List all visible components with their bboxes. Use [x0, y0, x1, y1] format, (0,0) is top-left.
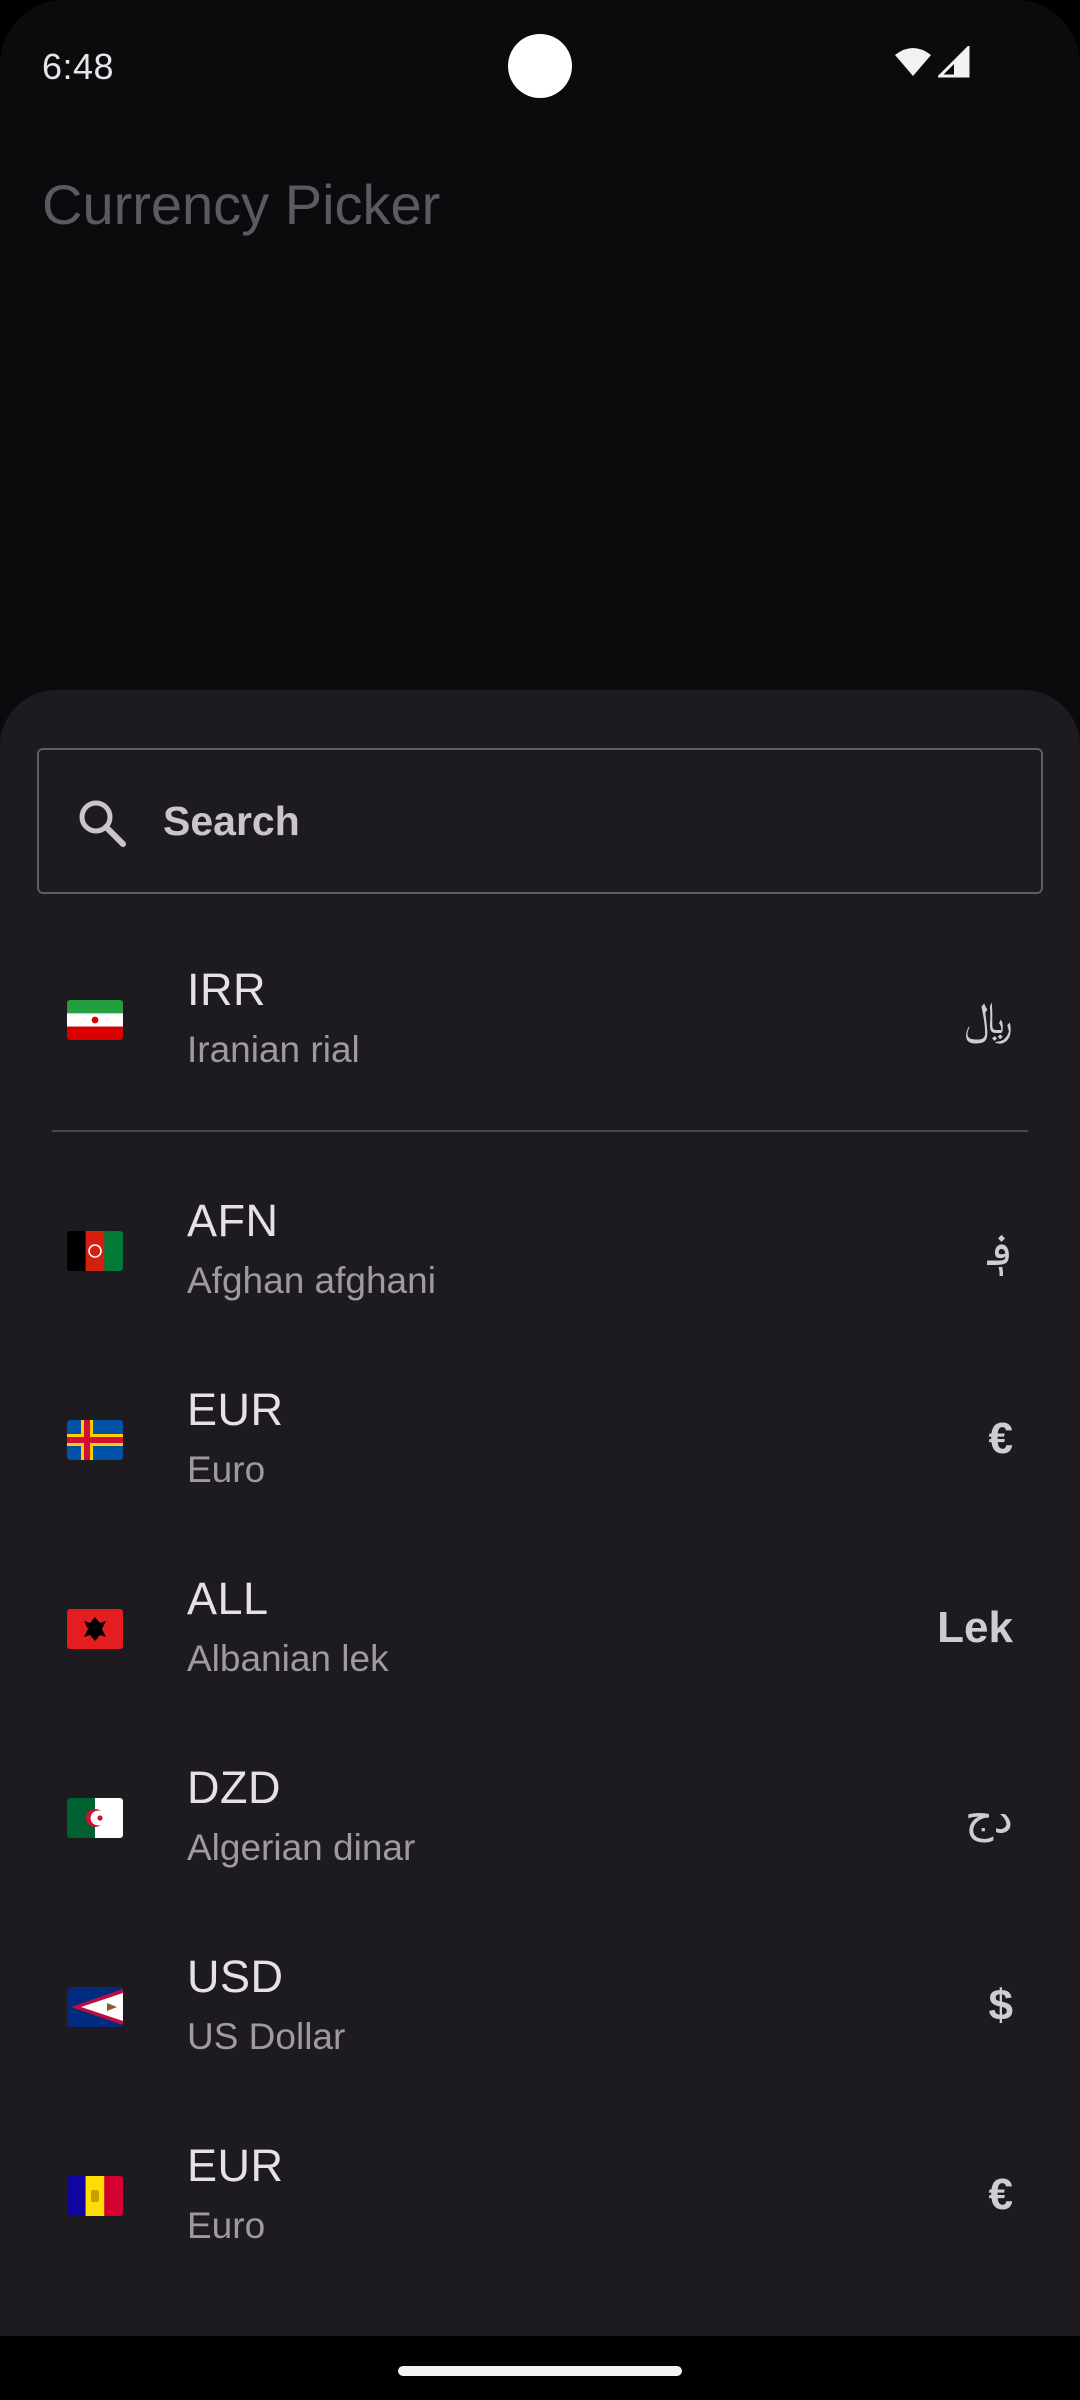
currency-name: Iranian rial [187, 1029, 360, 1070]
currency-bottom-sheet: IRR Iranian rial ﷼ AFN Afghan afghani ؋ … [0, 690, 1080, 2340]
home-gesture-handle[interactable] [398, 2366, 682, 2376]
flag-andorra-icon [67, 2176, 123, 2216]
currency-code: USD [187, 1951, 284, 2002]
currency-code: EUR [187, 1384, 284, 1435]
navigation-bar [0, 2336, 1080, 2400]
list-item[interactable]: EUR Euro € [0, 2102, 1080, 2291]
flag-afghanistan-icon [67, 1231, 123, 1271]
currency-code: ALL [187, 1573, 269, 1624]
search-field[interactable] [37, 748, 1043, 894]
flag-aland-islands-icon [67, 1420, 123, 1460]
cellular-signal-icon [938, 46, 970, 78]
currency-name: Algerian dinar [187, 1827, 416, 1868]
screen: 6:48 Currency Picker Search IRR Iranian … [0, 0, 1080, 2400]
flag-albania-icon [67, 1609, 123, 1649]
currency-name: Euro [187, 2205, 266, 2246]
status-time: 6:48 [42, 46, 115, 87]
search-input[interactable] [163, 750, 1023, 892]
flag-american-samoa-icon [67, 1987, 123, 2027]
flag-iran-icon [67, 1000, 123, 1040]
camera-cutout [508, 34, 572, 98]
currency-symbol: ؋ [987, 1226, 1013, 1275]
currency-code: EUR [187, 2140, 284, 2191]
list-item[interactable]: USD US Dollar $ [0, 1913, 1080, 2102]
currency-name: Afghan afghani [187, 1260, 436, 1301]
currency-name: Albanian lek [187, 1638, 389, 1679]
selected-currency-row[interactable]: IRR Iranian rial ﷼ [0, 926, 1080, 1115]
status-bar: 6:48 [0, 0, 1080, 135]
list-item[interactable]: DZD Algerian dinar دج [0, 1724, 1080, 1913]
list-item[interactable]: AOA [0, 2291, 1080, 2340]
currency-code: AFN [187, 1195, 279, 1246]
currency-name: US Dollar [187, 2016, 346, 2057]
currency-symbol: ﷼ [964, 994, 1013, 1043]
status-icons [894, 46, 970, 78]
currency-code: IRR [187, 964, 266, 1015]
currency-symbol: Lek [937, 1603, 1013, 1652]
list-item[interactable]: EUR Euro € [0, 1346, 1080, 1535]
wifi-icon [894, 47, 932, 77]
list-item[interactable]: AFN Afghan afghani ؋ [0, 1157, 1080, 1346]
page-title: Currency Picker [42, 173, 441, 236]
search-icon [75, 796, 129, 850]
currency-symbol: € [988, 1414, 1013, 1463]
currency-name: Euro [187, 1449, 266, 1490]
currency-code: DZD [187, 1762, 281, 1813]
flag-algeria-icon [67, 1798, 123, 1838]
currency-symbol: $ [988, 1981, 1013, 2030]
divider [52, 1130, 1028, 1132]
currency-symbol: € [988, 2170, 1013, 2219]
currency-symbol: دج [965, 1793, 1013, 1842]
list-item[interactable]: ALL Albanian lek Lek [0, 1535, 1080, 1724]
